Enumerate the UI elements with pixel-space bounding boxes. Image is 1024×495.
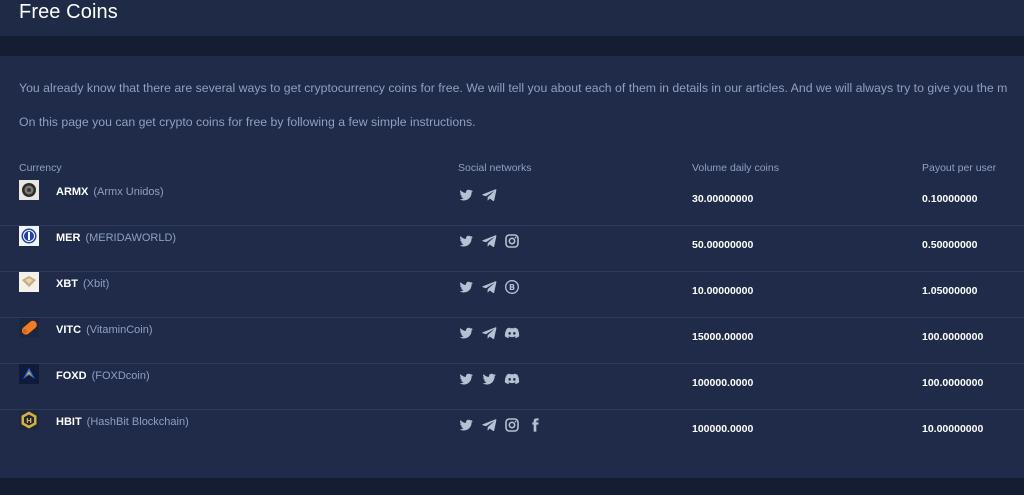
volume-daily-value: 15000.00000: [692, 331, 754, 343]
social-links: [458, 233, 520, 249]
telegram-icon[interactable]: [481, 417, 497, 433]
twitter-icon[interactable]: [458, 371, 474, 387]
telegram-icon[interactable]: [481, 279, 497, 295]
twitter-icon[interactable]: [481, 371, 497, 387]
foxd-logo: [19, 364, 39, 384]
payout-value: 1.05000000: [922, 285, 978, 297]
volume-daily-value: 100000.0000: [692, 423, 754, 435]
currency-symbol: MER: [56, 232, 81, 244]
svg-text:H: H: [26, 417, 32, 425]
currency-name: (MERIDAWORLD): [85, 232, 177, 244]
currency-name: (VitaminCoin): [86, 324, 153, 336]
main-content: You already know that there are several …: [0, 56, 1024, 478]
instagram-icon[interactable]: [504, 233, 520, 249]
intro-instructions: On this page you can get crypto coins fo…: [19, 115, 476, 129]
currency-cell[interactable]: ARMX (Armx Unidos): [56, 186, 164, 198]
footer-band: [0, 478, 1024, 495]
currency-name: (HashBit Blockchain): [86, 416, 189, 428]
payout-value: 0.50000000: [922, 239, 978, 251]
page-title: Free Coins: [19, 1, 118, 23]
twitter-icon[interactable]: [458, 417, 474, 433]
facebook-icon[interactable]: [527, 417, 543, 433]
social-links: [458, 325, 520, 341]
bitcointalk-icon[interactable]: B: [504, 279, 520, 295]
currency-symbol: FOXD: [56, 370, 87, 382]
social-links: [458, 187, 497, 203]
payout-value: 100.0000000: [922, 331, 984, 343]
instagram-icon[interactable]: [504, 417, 520, 433]
social-links: B: [458, 279, 520, 295]
table-row[interactable]: VITC (VitaminCoin) 15000.00000 100.0000000: [0, 318, 1024, 364]
xbt-logo: [19, 272, 39, 292]
column-header-volume: Volume daily coins: [692, 162, 779, 174]
table-row[interactable]: ARMX (Armx Unidos) 30.00000000 0.10000000: [0, 180, 1024, 226]
volume-daily-value: 100000.0000: [692, 377, 754, 389]
table-row[interactable]: XBT (Xbit) B 10.00000000 1.05000000: [0, 272, 1024, 318]
currency-symbol: ARMX: [56, 186, 89, 198]
twitter-icon[interactable]: [458, 279, 474, 295]
intro-paragraph: You already know that there are several …: [19, 81, 1008, 95]
telegram-icon[interactable]: [481, 325, 497, 341]
currency-symbol: VITC: [56, 324, 82, 336]
payout-value: 100.0000000: [922, 377, 984, 389]
currency-symbol: HBIT: [56, 416, 82, 428]
social-links: [458, 371, 520, 387]
column-header-social: Social networks: [458, 162, 532, 174]
payout-value: 0.10000000: [922, 193, 978, 205]
discord-icon[interactable]: [504, 325, 520, 341]
twitter-icon[interactable]: [458, 233, 474, 249]
payout-value: 10.00000000: [922, 423, 984, 435]
mer-logo: [19, 226, 39, 246]
currency-cell[interactable]: HBIT (HashBit Blockchain): [56, 416, 189, 428]
telegram-icon[interactable]: [481, 233, 497, 249]
hbit-logo: H: [19, 410, 39, 430]
column-header-currency: Currency: [19, 162, 62, 174]
table-row[interactable]: FOXD (FOXDcoin) 100000.0000 100.0000000: [0, 364, 1024, 410]
volume-daily-value: 50.00000000: [692, 239, 754, 251]
currency-cell[interactable]: MER (MERIDAWORLD): [56, 232, 176, 244]
currency-cell[interactable]: XBT (Xbit): [56, 278, 109, 290]
vitc-logo: [19, 318, 39, 338]
twitter-icon[interactable]: [458, 187, 474, 203]
volume-daily-value: 30.00000000: [692, 193, 754, 205]
column-header-payout: Payout per user: [922, 162, 997, 174]
volume-daily-value: 10.00000000: [692, 285, 754, 297]
telegram-icon[interactable]: [481, 187, 497, 203]
twitter-icon[interactable]: [458, 325, 474, 341]
currency-name: (Armx Unidos): [93, 186, 164, 198]
currency-cell[interactable]: FOXD (FOXDcoin): [56, 370, 150, 382]
armx-logo: [19, 180, 39, 200]
currency-name: (FOXDcoin): [91, 370, 150, 382]
svg-text:B: B: [509, 283, 515, 292]
currency-name: (Xbit): [83, 278, 110, 290]
table-row[interactable]: MER (MERIDAWORLD) 50.00000000 0.50000000: [0, 226, 1024, 272]
table-row[interactable]: H HBIT (HashBit Blockchain) 100000.0000 10.0…: [0, 410, 1024, 456]
currency-symbol: XBT: [56, 278, 78, 290]
currency-cell[interactable]: VITC (VitaminCoin): [56, 324, 153, 336]
social-links: [458, 417, 543, 433]
header-divider: [0, 36, 1024, 56]
page-header: Free Coins: [0, 0, 1024, 36]
discord-icon[interactable]: [504, 371, 520, 387]
